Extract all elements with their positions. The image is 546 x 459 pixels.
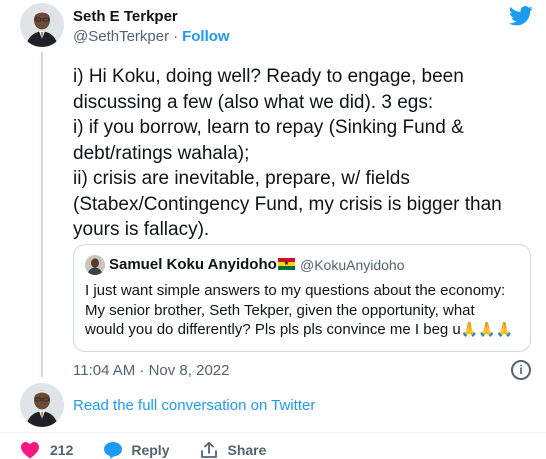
author-avatar[interactable]	[20, 3, 64, 47]
heart-icon	[21, 442, 39, 459]
reply-button[interactable]: Reply	[103, 441, 169, 459]
tweet-timestamp[interactable]: 11:04 AM · Nov 8, 2022	[73, 362, 229, 379]
info-icon[interactable]: i	[511, 360, 531, 380]
folded-hands-icon: 🙏	[460, 322, 479, 338]
quoted-author-name-row: Samuel Koku Anyidoho ★	[109, 256, 295, 273]
tweet-text-line: debt/ratings wahala);	[73, 142, 250, 164]
tweet-actions-bar: 212 Reply Share	[20, 440, 266, 459]
quoted-author-handle[interactable]: @KokuAnyidoho	[300, 257, 405, 273]
quoted-tweet[interactable]: Samuel Koku Anyidoho ★ @KokuAnyidoho I ju…	[73, 244, 531, 352]
quoted-text-line: I just want simple answers to my questio…	[85, 282, 506, 299]
separator-dot: ·	[173, 28, 179, 45]
author-name[interactable]: Seth E Terkper	[73, 8, 178, 25]
quoted-author-name[interactable]: Samuel Koku Anyidoho	[109, 256, 277, 273]
like-button[interactable]: 212	[20, 441, 73, 459]
quoted-author-avatar[interactable]	[85, 255, 105, 275]
quoted-text-line: would you do differently? Pls pls pls co…	[85, 320, 525, 341]
author-handle[interactable]: @SethTerkper	[73, 28, 169, 45]
tweet-text-line: (Stabex/Contingency Fund, my crisis is b…	[73, 193, 502, 215]
reply-label: Reply	[131, 442, 170, 458]
folded-hands-icon: 🙏	[495, 322, 514, 338]
divider	[0, 432, 546, 433]
tweet-text-line: ii) crisis are inevitable, prepare, w/ f…	[73, 168, 410, 189]
tweet-text-line: discussing a few (also what we did). 3 e…	[73, 91, 434, 113]
quoted-text-line: My senior brother, Seth Tekper, given th…	[85, 301, 475, 319]
share-button[interactable]: Share	[199, 441, 266, 459]
like-count: 212	[50, 442, 74, 458]
thread-connector-line	[41, 52, 43, 377]
author-avatar-small[interactable]	[20, 383, 64, 427]
tweet-text-line: yours is fallacy).	[73, 219, 210, 240]
tweet-text: i) Hi Koku, doing well? Ready to engage,…	[73, 64, 533, 243]
share-label: Share	[227, 442, 267, 458]
folded-hands-icon: 🙏	[478, 322, 496, 338]
quoted-tweet-text: I just want simple answers to my questio…	[85, 281, 525, 341]
share-icon	[201, 441, 218, 458]
author-handle-row: @SethTerkper · Follow	[73, 28, 230, 45]
follow-button[interactable]: Follow	[182, 28, 230, 45]
ghana-flag-icon: ★	[277, 258, 295, 270]
reply-bubble-icon	[104, 442, 123, 459]
tweet-text-line: i) Hi Koku, doing well? Ready to engage,…	[73, 66, 464, 87]
tweet-text-line: i) if you borrow, learn to repay (Sinkin…	[73, 117, 464, 138]
read-full-conversation-link[interactable]: Read the full conversation on Twitter	[73, 397, 315, 414]
quoted-text-last-line: would you do differently? Pls pls pls co…	[85, 321, 461, 338]
twitter-bird-icon[interactable]	[509, 6, 533, 26]
tweet-embed-card: Seth E Terkper @SethTerkper · Follow i) Hi…	[0, 0, 546, 459]
